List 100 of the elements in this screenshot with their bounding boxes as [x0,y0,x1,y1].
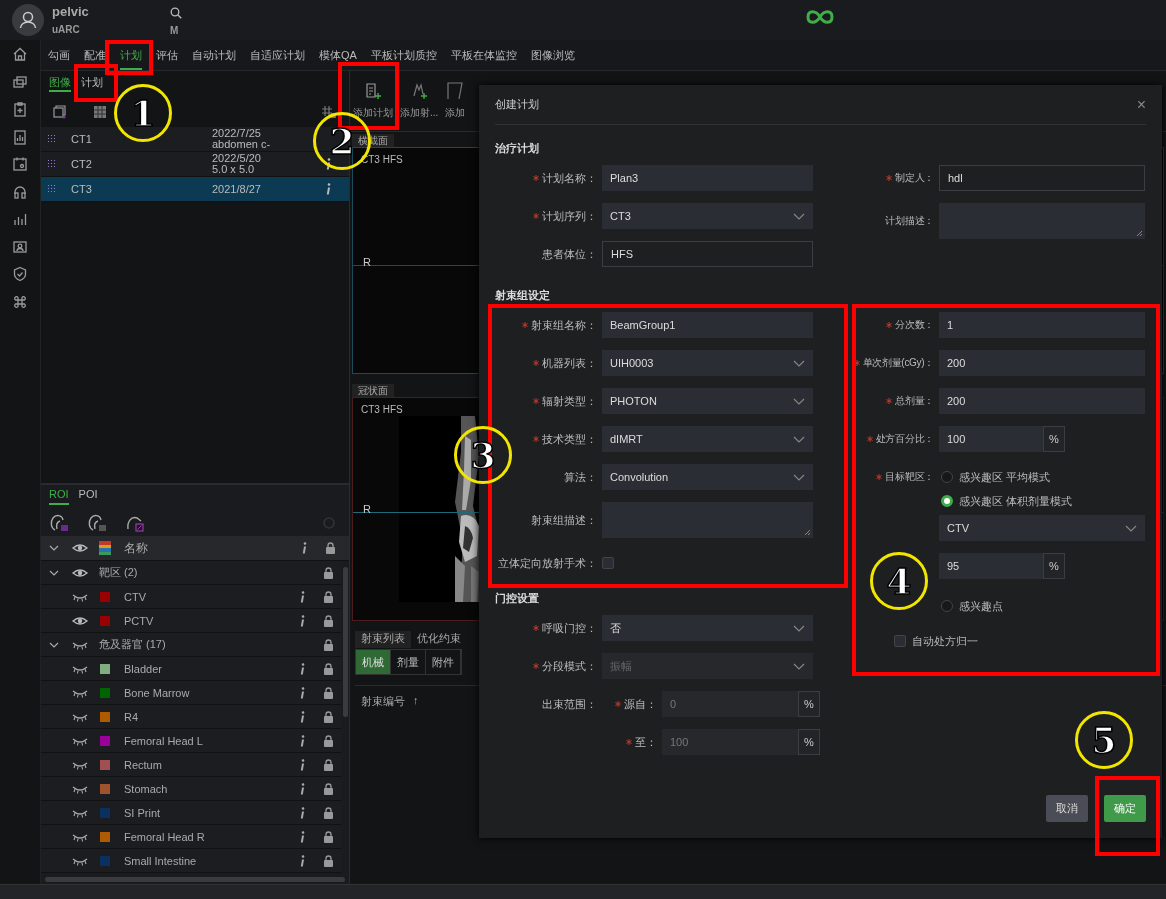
lock-icon[interactable] [324,542,336,554]
info-icon[interactable] [299,806,305,819]
nav-tab[interactable]: 平板在体监控 [450,40,517,70]
lock-icon[interactable] [322,614,334,627]
hash-lock-icon[interactable] [321,105,337,119]
dropdown[interactable]: 否 [602,615,813,641]
lock-icon[interactable] [322,806,334,819]
lock-icon[interactable] [322,590,334,603]
input-field[interactable]: Plan3 [602,165,813,191]
mode-button[interactable]: 附件 [426,650,461,674]
input-field[interactable]: 100 [939,426,1043,452]
lock-icon[interactable] [322,854,334,867]
dropdown[interactable]: UIH0003 [602,350,813,376]
toolbar-button[interactable]: 添加 [445,71,466,131]
info-icon[interactable] [299,614,305,627]
column-header[interactable]: 射束编号 [361,694,405,709]
dropdown[interactable]: dIMRT [602,426,813,452]
nav-tab[interactable]: 图像浏览 [530,40,575,70]
radio-button[interactable] [941,495,953,507]
nav-tab[interactable]: 勾画 [48,40,70,70]
radio-label[interactable]: 感兴趣区 体积剂量模式 [959,493,1073,509]
organ-add-icon[interactable] [49,514,69,532]
lock-icon[interactable] [322,566,334,579]
dropdown[interactable]: CTV [939,515,1145,541]
lock-icon[interactable] [322,686,334,699]
radio-label[interactable]: 感兴趣点 [959,598,1003,614]
cancel-button[interactable]: 取消 [1046,795,1088,822]
id-card-icon[interactable] [12,238,28,255]
checkbox[interactable] [894,635,906,647]
input-field[interactable]: 200 [939,350,1145,376]
mode-button[interactable]: 机械 [356,650,391,674]
shield-check-icon[interactable] [12,266,28,282]
info-icon[interactable] [299,662,305,675]
panel-tab[interactable]: 优化约束 [411,631,467,648]
eye-icon[interactable] [72,566,88,579]
nav-tab[interactable]: 计划 [120,40,142,70]
confirm-button[interactable]: 确定 [1104,795,1146,822]
mode-button[interactable]: 剂量 [391,650,426,674]
checkbox[interactable] [602,557,614,569]
home-icon[interactable] [12,46,28,62]
lock-icon[interactable] [322,782,334,795]
lock-icon[interactable] [322,662,334,675]
input-field[interactable]: hdl [939,165,1145,191]
close-button[interactable]: × [1136,96,1146,113]
info-icon[interactable] [325,183,331,195]
info-icon[interactable] [299,830,305,843]
info-icon[interactable] [325,158,331,170]
scrollbar[interactable] [343,567,348,717]
bar-chart-icon[interactable] [12,211,28,227]
info-icon[interactable] [299,854,305,867]
nav-tab[interactable]: 配准 [84,40,106,70]
info-icon[interactable] [299,710,305,723]
panel-tab[interactable]: ROI [49,488,69,505]
toolbar-button[interactable]: 添加射... [400,71,439,131]
nav-tab[interactable]: 模体QA [319,40,357,70]
nav-tab[interactable]: 自动计划 [192,40,236,70]
nav-tab[interactable]: 评估 [156,40,178,70]
dropdown[interactable]: CT3 [602,203,813,229]
input-field[interactable]: HFS [602,241,813,267]
search-icon[interactable] [170,6,182,19]
lock-icon[interactable] [322,830,334,843]
info-icon[interactable] [299,590,305,603]
lock-icon[interactable] [322,638,334,651]
info-icon[interactable] [301,542,307,554]
command-icon[interactable] [12,293,28,310]
image-import-icon[interactable] [53,105,67,119]
radio-button[interactable] [941,600,953,612]
input-field[interactable]: 200 [939,388,1145,414]
chevron-icon[interactable] [49,569,59,576]
windows-icon[interactable] [12,73,28,90]
toolbar-button[interactable]: 添加计划 [353,71,393,131]
radio-button[interactable] [941,471,953,483]
avatar-icon[interactable] [12,4,44,36]
input-field[interactable]: BeamGroup1 [602,312,813,338]
input-field[interactable]: 95 [939,553,1043,579]
chart-document-icon[interactable] [12,128,28,145]
lock-icon[interactable] [322,758,334,771]
nav-tab[interactable]: 自适应计划 [250,40,305,70]
info-icon[interactable] [299,758,305,771]
image-row[interactable]: CT2 2022/5/20 5.0 x 5.0 [41,152,349,177]
grid-icon[interactable] [93,105,107,119]
input-field[interactable]: 1 [939,312,1145,338]
info-icon[interactable] [299,734,305,747]
chevron-icon[interactable] [49,545,59,551]
contour-edit-icon[interactable] [125,514,145,532]
panel-tab[interactable]: POI [78,488,98,505]
panel-tab[interactable]: 射束列表 [355,631,411,648]
lock-icon[interactable] [322,710,334,723]
nav-tab[interactable]: 平板计划质控 [370,40,437,70]
info-icon[interactable] [299,686,305,699]
dropdown[interactable]: Convolution [602,464,813,490]
scrollbar[interactable] [45,877,345,882]
panel-tab[interactable]: 图像 [49,75,71,92]
chevron-icon[interactable] [49,641,59,648]
headset-icon[interactable] [12,183,28,200]
lock-icon[interactable] [322,734,334,747]
dropdown[interactable]: PHOTON [602,388,813,414]
organ-lock-icon[interactable] [87,514,107,532]
calendar-person-icon[interactable] [12,156,28,172]
image-row[interactable]: CT3 2021/8/27 [41,177,349,202]
